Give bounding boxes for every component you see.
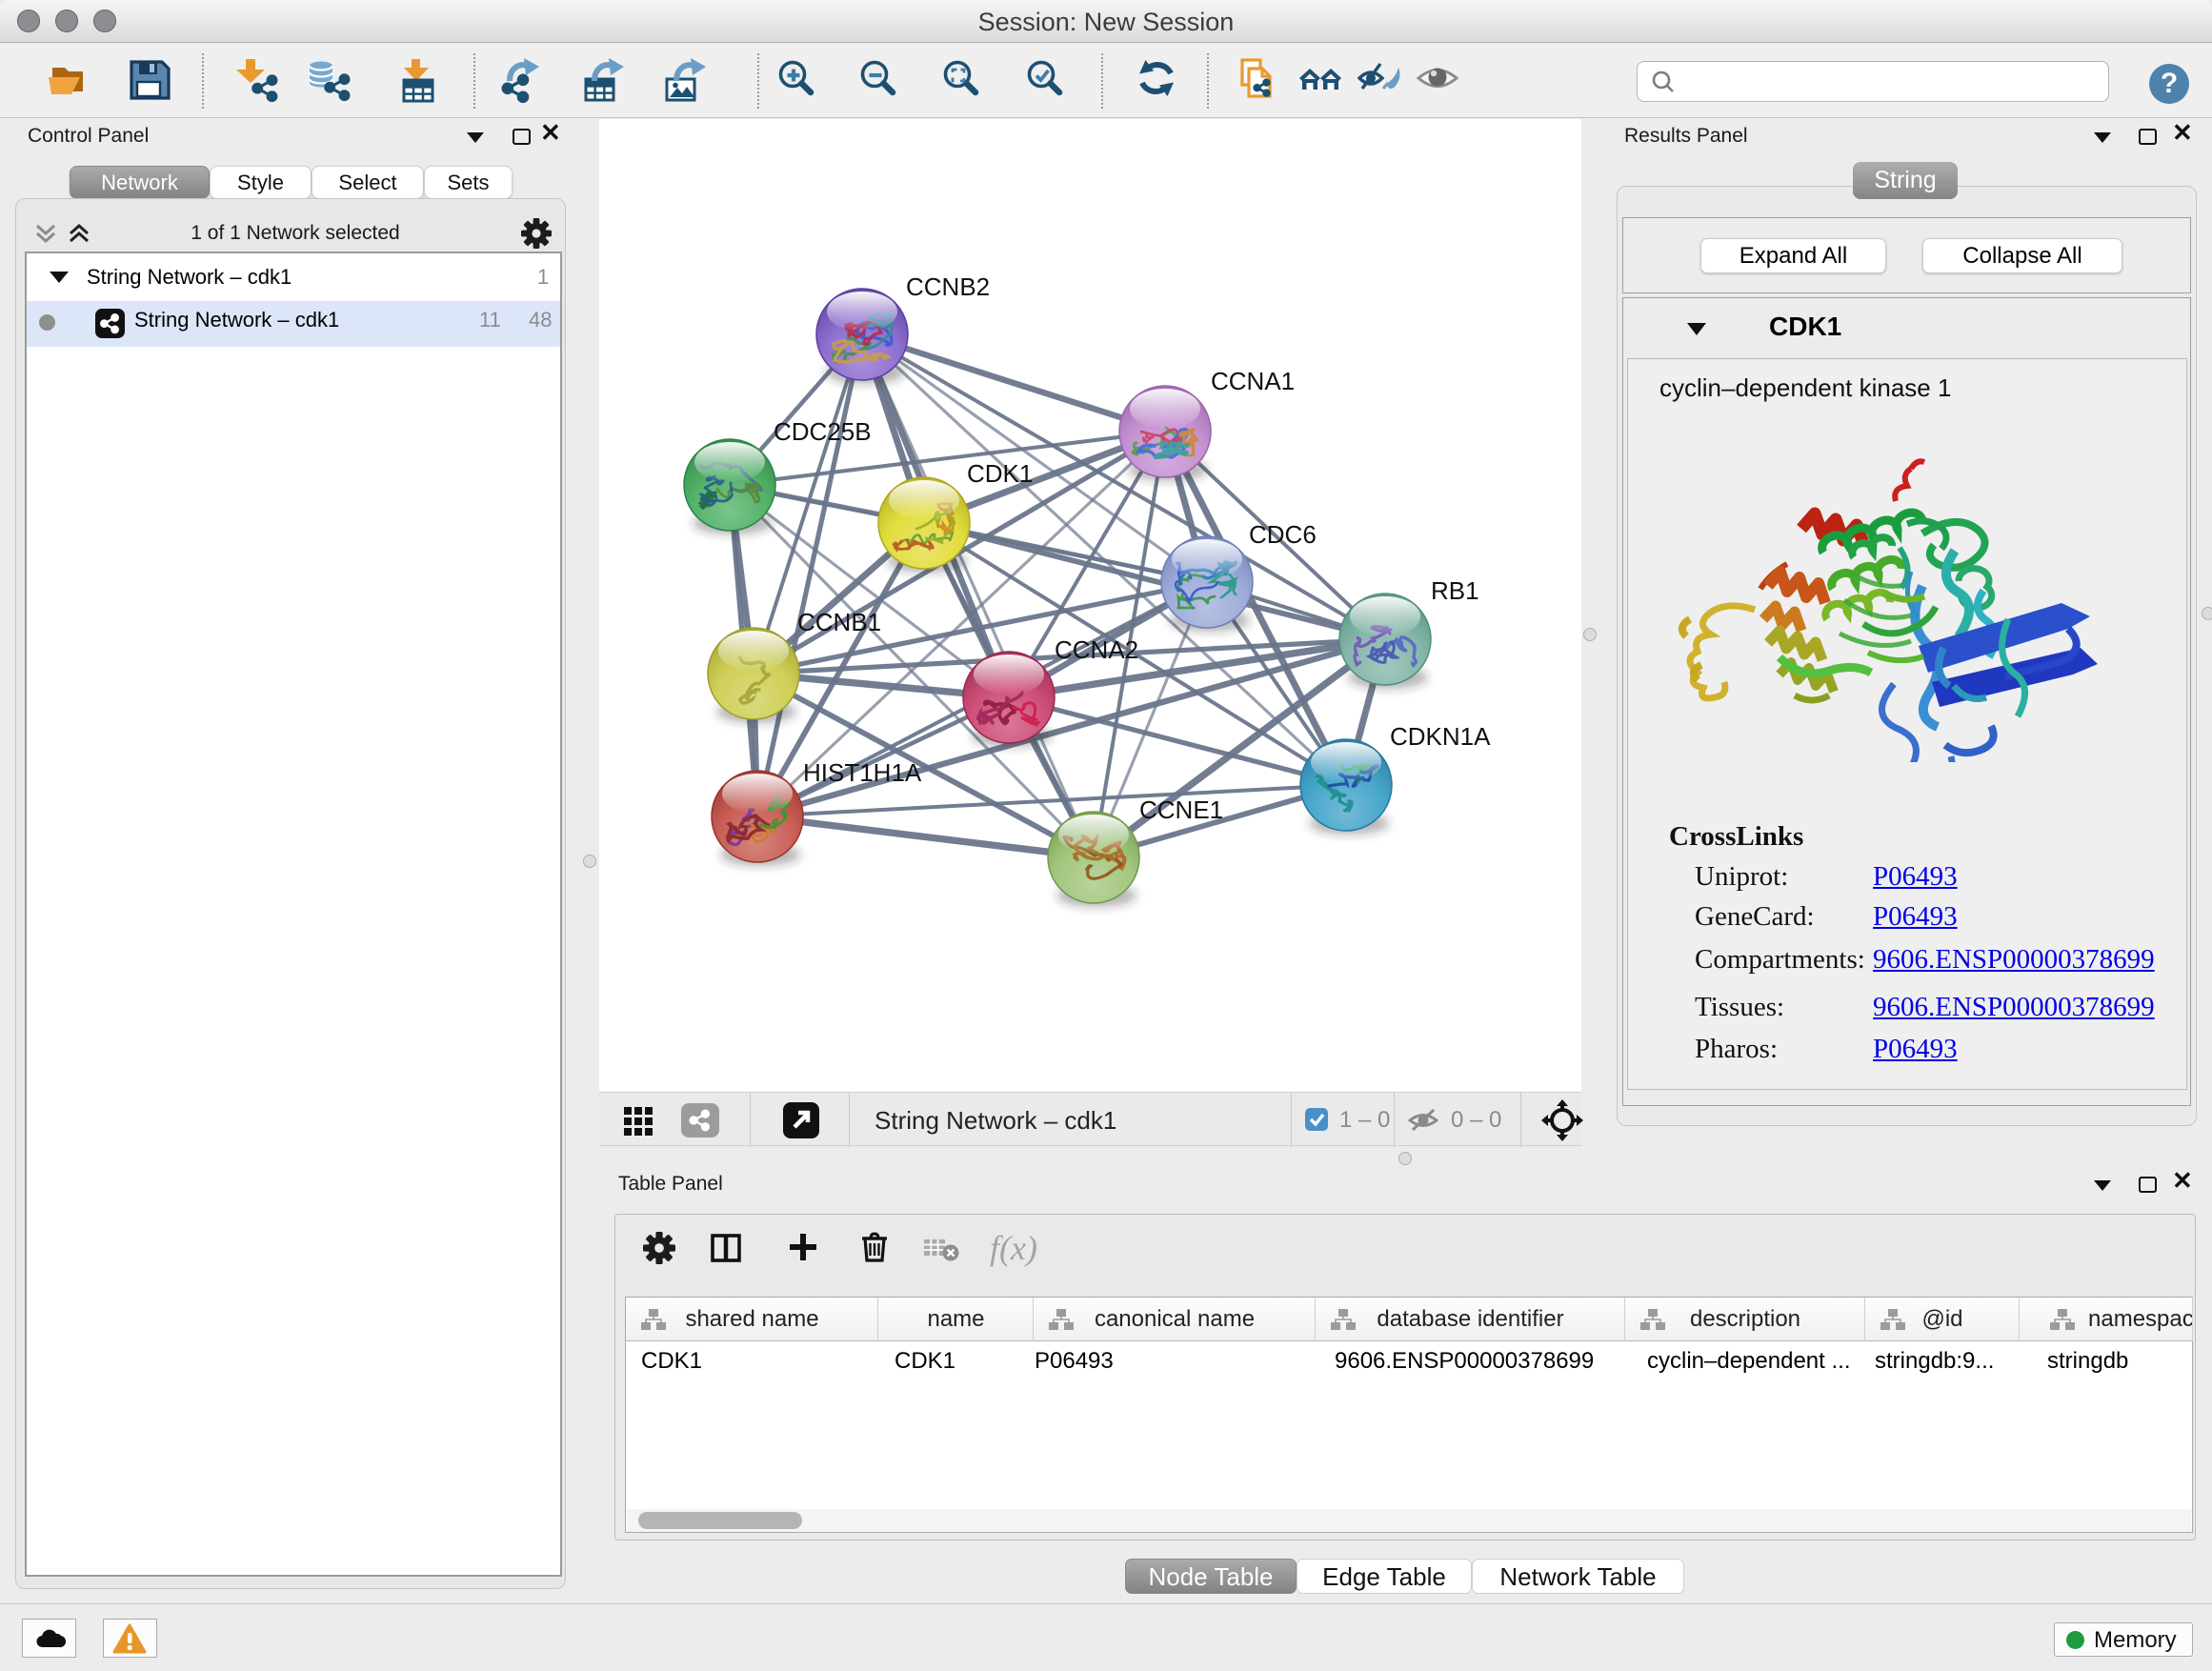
svg-text:CCNB1: CCNB1 [797, 608, 881, 636]
svg-text:HIST1H1A: HIST1H1A [803, 758, 922, 787]
svg-text:CCNA2: CCNA2 [1055, 635, 1138, 664]
svg-text:CCNA1: CCNA1 [1211, 367, 1295, 395]
svg-text:CCNE1: CCNE1 [1139, 795, 1223, 824]
svg-text:RB1: RB1 [1431, 576, 1479, 605]
svg-text:CDKN1A: CDKN1A [1390, 722, 1491, 751]
svg-text:CDC25B: CDC25B [774, 417, 872, 446]
svg-text:CCNB2: CCNB2 [906, 272, 990, 301]
svg-text:CDC6: CDC6 [1249, 520, 1317, 549]
svg-text:CDK1: CDK1 [967, 459, 1033, 488]
